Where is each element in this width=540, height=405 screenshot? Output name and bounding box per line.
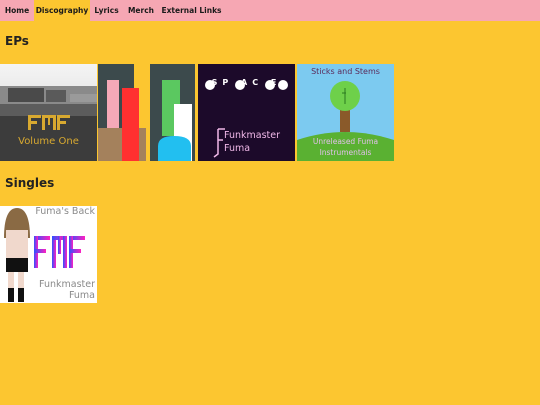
nav-home[interactable]: Home <box>0 0 34 21</box>
sticks-and-stems-artwork <box>297 64 394 161</box>
album-cover-bars[interactable] <box>98 64 195 161</box>
bars-artwork <box>98 64 195 161</box>
album-cover-space[interactable]: SP AC E Funkmaster Fuma <box>198 64 295 161</box>
space-artist-line1: Funkmaster <box>224 130 280 141</box>
sticks-subtitle-line1: Unreleased Fuma <box>312 137 379 146</box>
space-artist-line2: Fuma <box>224 143 251 154</box>
fumas-back-artist-line2: Fuma <box>68 290 95 301</box>
space-title: SP AC E <box>211 78 282 87</box>
fumas-back-title: Fuma's Back <box>35 206 95 217</box>
fumas-back-artist-line1: Funkmaster <box>39 279 95 290</box>
eps-heading: EPs <box>5 34 29 48</box>
singles-album-row: Fuma's Back Funkmaster Fuma <box>0 206 100 303</box>
nav-lyrics[interactable]: Lyrics <box>90 0 123 21</box>
eps-album-row: Volume One SP AC E Funkmaster Fuma Stick… <box>0 64 400 161</box>
album-cover-sticks-and-stems[interactable]: Sticks and Stems Unreleased Fuma Instrum… <box>297 64 394 161</box>
nav-discography[interactable]: Discography <box>34 0 90 21</box>
volume-one-caption: Volume One <box>18 136 79 147</box>
sticks-title: Sticks and Stems <box>311 67 380 76</box>
album-cover-fumas-back[interactable]: Fuma's Back Funkmaster Fuma <box>0 206 97 303</box>
album-cover-volume-one[interactable]: Volume One <box>0 64 97 161</box>
singles-heading: Singles <box>5 176 55 190</box>
sticks-subtitle-line2: Instrumentals <box>319 148 372 157</box>
nav-external-links[interactable]: External Links <box>159 0 224 21</box>
top-nav: Home Discography Lyrics Merch External L… <box>0 0 540 21</box>
nav-merch[interactable]: Merch <box>123 0 159 21</box>
